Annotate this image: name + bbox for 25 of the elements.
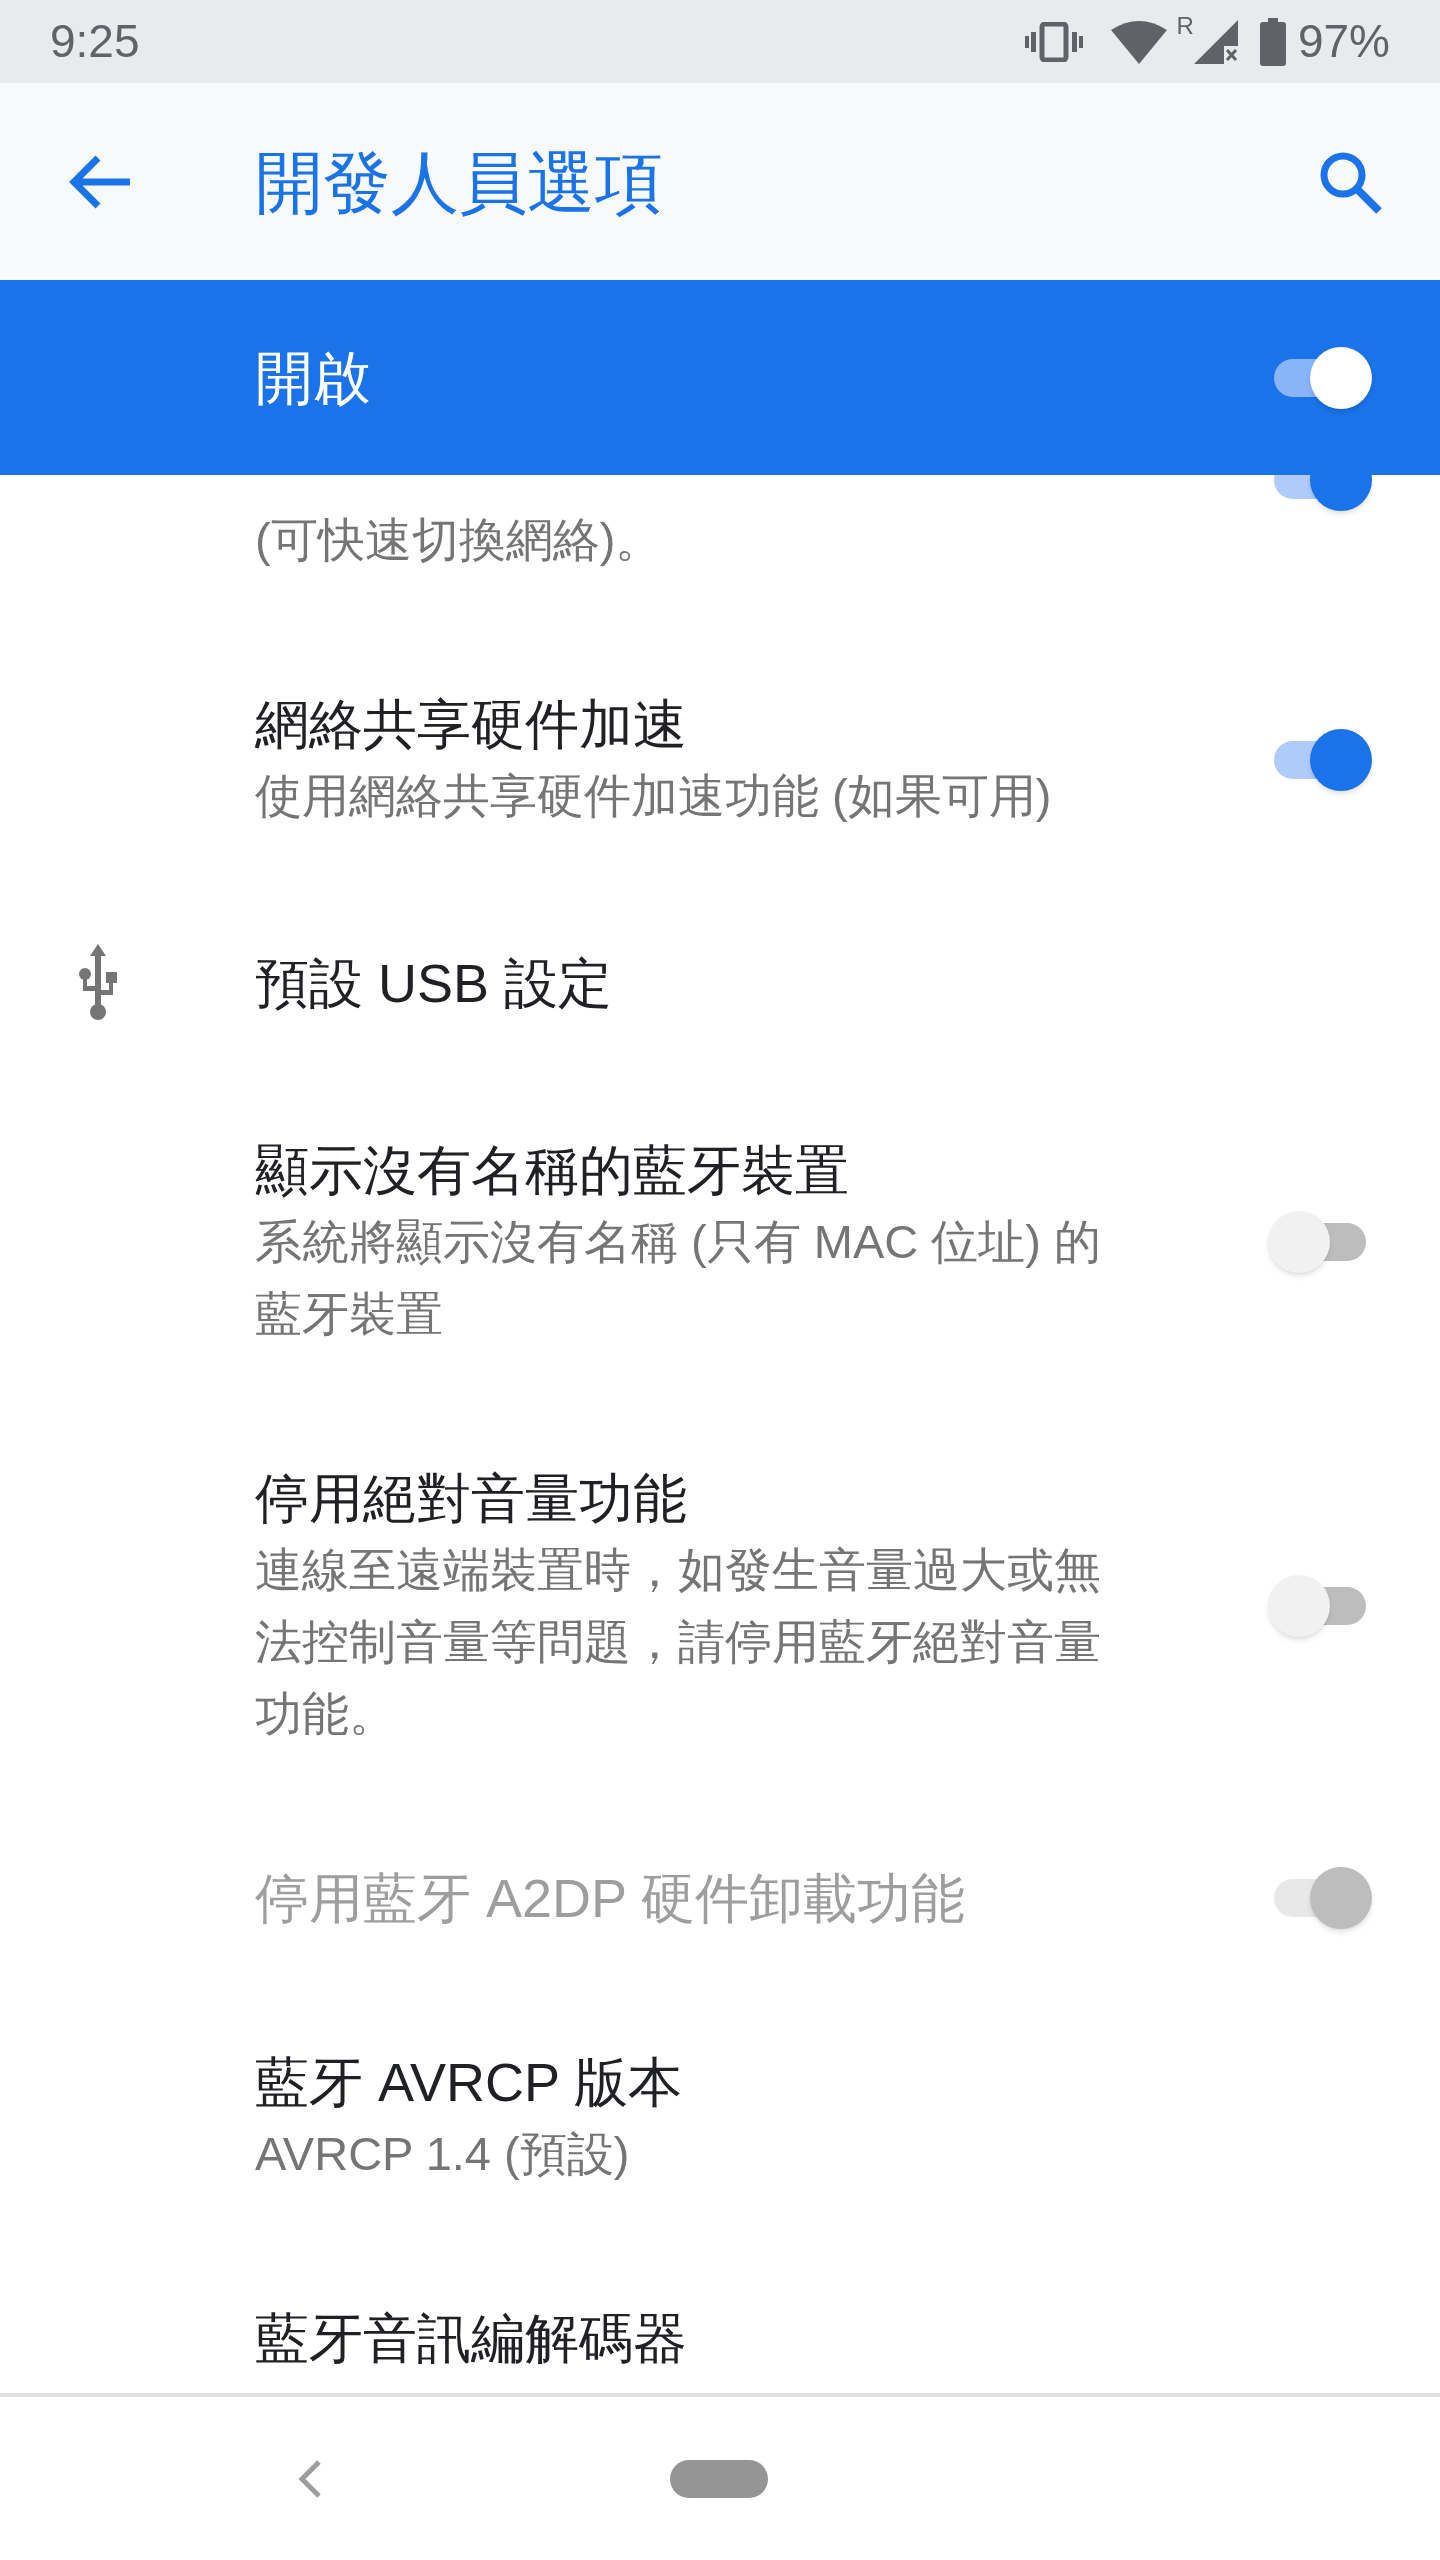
setting-title: 停用絕對音量功能 — [255, 1467, 688, 1530]
setting-summary: AVRCP 1.4 (預設) — [255, 2126, 631, 2182]
back-arrow-icon — [68, 153, 132, 210]
vibrate-icon — [1024, 21, 1083, 62]
setting-summary: (可快速切換網絡)。 — [255, 512, 664, 568]
setting-title: 預設 USB 設定 — [255, 952, 614, 1015]
back-chevron-icon — [297, 2458, 323, 2499]
home-button[interactable] — [670, 2459, 768, 2498]
setting-title: 藍牙音訊編解碼器 — [255, 2307, 688, 2370]
page-title: 開發人員選項 — [255, 142, 663, 222]
setting-summary: 連線至遠端裝置時，如發生音量過大或無法控制音量等問題，請停用藍牙絕對音量功能。 — [255, 1542, 1102, 1742]
battery-level: 97% — [1297, 14, 1390, 69]
setting-summary: 系統將顯示沒有名稱 (只有 MAC 位址) 的藍牙裝置 — [255, 1214, 1102, 1342]
status-time: 9:25 — [50, 14, 140, 69]
setting-title: 顯示沒有名稱的藍牙裝置 — [255, 1139, 850, 1202]
setting-title: 藍牙 AVRCP 版本 — [255, 2051, 684, 2114]
battery-icon — [1259, 17, 1286, 66]
signal-icon — [1193, 19, 1238, 64]
setting-title: 網絡共享硬件加速 — [255, 693, 688, 756]
main-switch-label: 開啟 — [255, 344, 371, 412]
setting-summary: 使用網絡共享硬件加速功能 (如果可用) — [255, 768, 1053, 824]
usb-icon — [78, 944, 117, 1022]
roaming-indicator: R — [1176, 11, 1194, 41]
setting-title: 停用藍牙 A2DP 硬件卸載功能 — [255, 1867, 967, 1930]
wifi-icon — [1110, 19, 1167, 64]
